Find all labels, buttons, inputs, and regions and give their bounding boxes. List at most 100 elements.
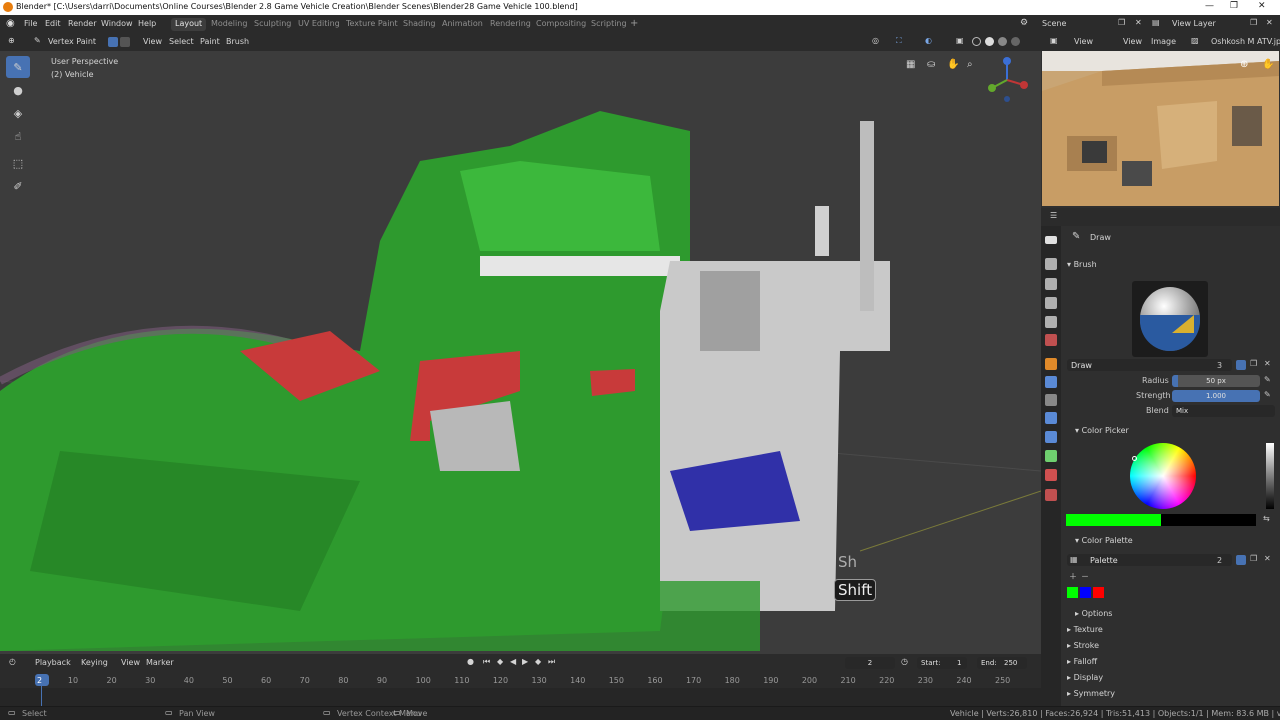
timeline-menu-marker[interactable]: Marker — [146, 658, 174, 667]
falloff-section[interactable]: ▸ Falloff — [1067, 657, 1097, 666]
close-icon[interactable]: ✕ — [1258, 1, 1266, 11]
unlink-palette-icon[interactable]: ✕ — [1264, 554, 1271, 563]
texture-tab-icon[interactable] — [1045, 489, 1057, 501]
palette-swatch-red[interactable] — [1093, 587, 1104, 598]
tab-scripting[interactable]: Scripting — [587, 18, 631, 31]
stroke-section[interactable]: ▸ Stroke — [1067, 641, 1099, 650]
smear-tool-icon[interactable]: ☝ — [6, 125, 30, 147]
overlay-icon[interactable]: ◐ — [925, 36, 932, 45]
unlink-brush-icon[interactable]: ✕ — [1264, 359, 1271, 368]
constraints-tab-icon[interactable] — [1045, 431, 1057, 443]
image-name[interactable]: Oshkosh M ATV.jpg — [1211, 37, 1280, 46]
tab-animation[interactable]: Animation — [438, 18, 487, 31]
brush-section-header[interactable]: ▾ Brush — [1067, 260, 1097, 269]
remove-color-icon[interactable]: － — [1081, 571, 1089, 582]
color-palette-header[interactable]: ▾ Color Palette — [1075, 536, 1133, 545]
new-scene-icon[interactable]: ❐ — [1118, 18, 1125, 27]
image-editor-view-dropdown[interactable]: View — [1074, 37, 1093, 46]
image-editor-menu-image[interactable]: Image — [1151, 37, 1176, 46]
modifier-tab-icon[interactable] — [1045, 376, 1057, 388]
prev-keyframe-icon[interactable]: ◆ — [497, 657, 503, 666]
gizmo-icon[interactable]: ⛶ — [896, 36, 902, 46]
xray-icon[interactable]: ▣ — [956, 36, 964, 45]
texture-section[interactable]: ▸ Texture — [1067, 625, 1103, 634]
timeline-menu-keying[interactable]: Keying — [81, 658, 108, 667]
mode-dropdown[interactable]: Vertex Paint — [48, 37, 96, 46]
add-workspace-icon[interactable]: + — [630, 18, 638, 29]
image-zoom-icon[interactable]: ⊕ — [1240, 59, 1248, 70]
reference-image[interactable]: ⊕ ✋ — [1042, 51, 1279, 206]
data-tab-icon[interactable] — [1045, 450, 1057, 462]
tab-sculpting[interactable]: Sculpting — [250, 18, 295, 31]
duplicate-palette-icon[interactable]: ❐ — [1250, 554, 1257, 563]
tab-texture-paint[interactable]: Texture Paint — [342, 18, 402, 31]
particles-tab-icon[interactable] — [1045, 394, 1057, 406]
physics-tab-icon[interactable] — [1045, 412, 1057, 424]
view-layer-name[interactable]: View Layer — [1172, 19, 1216, 28]
strength-pressure-icon[interactable]: ✎ — [1264, 390, 1271, 399]
select-box-tool-icon[interactable]: ⬚ — [6, 152, 30, 174]
shading-rendered-icon[interactable] — [1011, 37, 1020, 46]
record-icon[interactable]: ● — [467, 657, 474, 666]
play-icon[interactable]: ▶ — [522, 657, 528, 666]
vertex-paint-mode-icon[interactable]: ✎ — [34, 36, 41, 45]
tab-compositing[interactable]: Compositing — [532, 18, 590, 31]
color-wheel-cursor[interactable] — [1132, 456, 1137, 461]
blur-tool-icon[interactable]: ● — [6, 79, 30, 101]
brush-users-count[interactable]: 3 — [1217, 361, 1222, 370]
radius-pressure-icon[interactable]: ✎ — [1264, 375, 1271, 384]
vehicle-mesh-render[interactable] — [0, 51, 1041, 654]
tab-rendering[interactable]: Rendering — [486, 18, 535, 31]
start-frame-field[interactable]: Start: 1 — [917, 657, 967, 669]
zoom-icon[interactable]: ⌕ — [967, 59, 973, 70]
color-picker-header[interactable]: ▾ Color Picker — [1075, 426, 1129, 435]
3d-viewport[interactable]: User Perspective (2) Vehicle Sh Shift ▦ … — [0, 51, 1041, 654]
world-tab-icon[interactable] — [1045, 334, 1057, 346]
palette-swatch-blue[interactable] — [1080, 587, 1091, 598]
draw-tool-icon[interactable]: ✎ — [6, 56, 30, 78]
tab-shading[interactable]: Shading — [399, 18, 440, 31]
delete-scene-icon[interactable]: ✕ — [1135, 18, 1142, 27]
palette-users-count[interactable]: 2 — [1217, 556, 1222, 565]
delete-view-layer-icon[interactable]: ✕ — [1266, 18, 1273, 27]
current-frame-field[interactable]: 2 — [845, 657, 895, 669]
add-color-icon[interactable]: ＋ — [1069, 571, 1077, 582]
tab-uv-editing[interactable]: UV Editing — [294, 18, 344, 31]
minimize-icon[interactable]: — — [1205, 1, 1214, 11]
symmetry-section[interactable]: ▸ Symmetry — [1067, 689, 1115, 698]
tab-layout[interactable]: Layout — [171, 18, 207, 31]
shading-wireframe-icon[interactable] — [972, 37, 981, 46]
viewport-menu-view[interactable]: View — [143, 37, 162, 46]
play-reverse-icon[interactable]: ◀ — [510, 657, 516, 666]
timeline-menu-view[interactable]: View — [121, 658, 140, 667]
shading-material-icon[interactable] — [998, 37, 1007, 46]
scene-name[interactable]: Scene — [1042, 19, 1066, 28]
jump-end-icon[interactable]: ⏭ — [548, 657, 555, 667]
swap-colors-icon[interactable]: ⇆ — [1263, 514, 1270, 523]
blender-menu-icon[interactable]: ◉ — [6, 18, 15, 29]
blend-dropdown[interactable]: Mix — [1172, 405, 1275, 417]
properties-editor-icon[interactable]: ☰ — [1050, 211, 1057, 220]
tool-tab-icon[interactable] — [1045, 236, 1057, 244]
viewport-menu-paint[interactable]: Paint — [200, 37, 220, 46]
menu-edit[interactable]: Edit — [45, 19, 61, 28]
menu-window[interactable]: Window — [101, 19, 133, 28]
fake-user-icon[interactable] — [1236, 360, 1246, 370]
value-slider[interactable] — [1266, 443, 1274, 509]
image-pan-icon[interactable]: ✋ — [1262, 59, 1274, 70]
navigation-gizmo-icon[interactable] — [982, 55, 1032, 105]
average-tool-icon[interactable]: ◈ — [6, 102, 30, 124]
camera-icon[interactable]: ⛀ — [927, 59, 935, 70]
image-editor-type-icon[interactable]: ▣ — [1050, 36, 1058, 45]
active-color-swatch[interactable] — [1066, 514, 1256, 526]
view-layer-icon[interactable]: ▤ — [1152, 18, 1160, 27]
jump-start-icon[interactable]: ⏮ — [483, 657, 490, 667]
vertex-mask-icon[interactable] — [120, 37, 130, 47]
timeline-menu-playback[interactable]: Playback — [35, 658, 71, 667]
palette-swatch-green[interactable] — [1067, 587, 1078, 598]
preview-range-icon[interactable]: ◷ — [901, 657, 908, 666]
image-editor-menu-view[interactable]: View — [1123, 37, 1142, 46]
scene-tab-icon[interactable] — [1045, 316, 1057, 328]
scene-icon[interactable]: ⚙ — [1020, 18, 1028, 28]
maximize-icon[interactable]: ❐ — [1230, 1, 1238, 11]
